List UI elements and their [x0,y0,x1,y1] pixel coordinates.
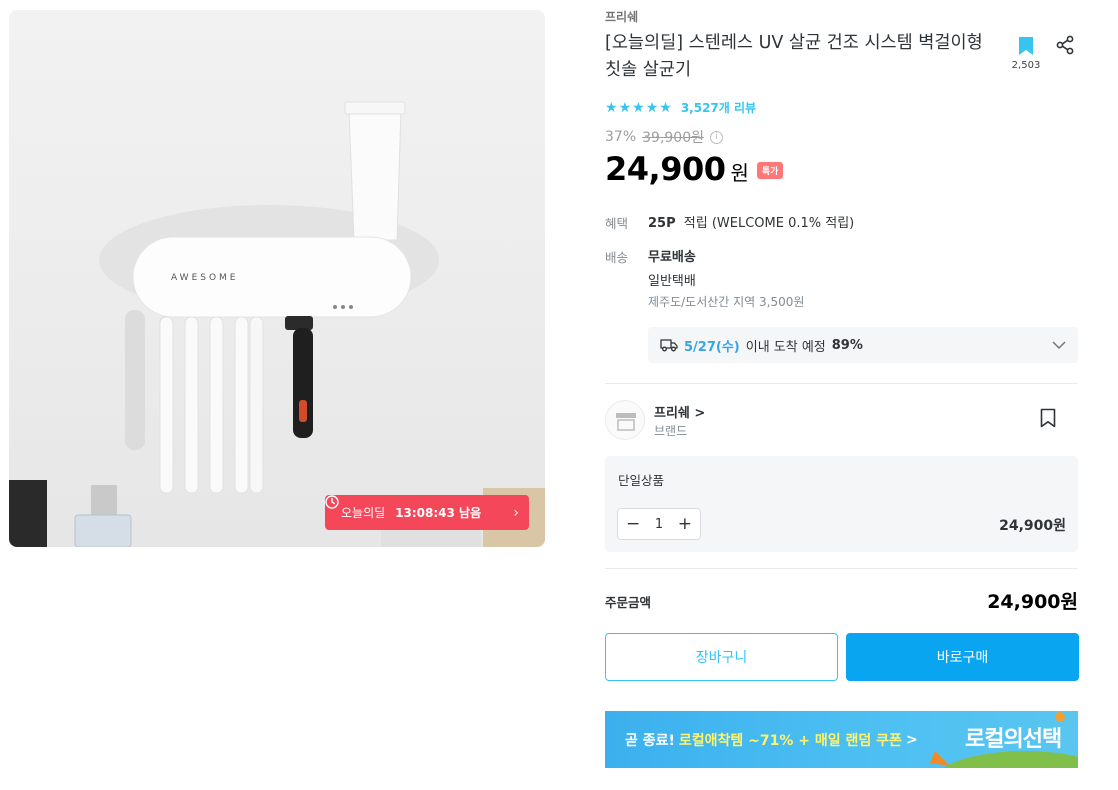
delivery-estimate-dropdown[interactable]: 5/27(수) 이내 도착 예정 89% [648,327,1078,363]
order-total-price: 24,900원 [987,591,1078,613]
store-bookmark-button[interactable] [1040,408,1056,432]
store-type: 브랜드 [654,424,688,438]
eta-text: 이내 도착 예정 [745,339,826,355]
benefit-text: 적립 (WELCOME 0.1% 적립) [683,216,855,231]
discount-line: 37% 39,900원 i [605,127,723,147]
brand-name[interactable]: 프리쉐 [605,8,638,25]
quantity-stepper[interactable]: − 1 + [617,508,701,540]
rating[interactable]: ★ ★ ★ ★ ★ 3,527개 리뷰 [605,99,756,116]
bookmark-filled-icon [1019,37,1033,55]
info-icon[interactable]: i [710,130,723,144]
plus-icon[interactable]: + [678,515,692,533]
chevron-right-icon: › [513,504,519,521]
star-icon: ★ [632,99,645,116]
bookmark-count: 2,503 [1011,60,1041,71]
deal-badge[interactable]: 오늘의딜 13:08:43 남음 › [325,495,529,530]
product-image[interactable]: AWESOME 오늘의딜 13:08:43 남음 › [9,10,545,547]
truck-icon [660,339,678,352]
star-icon: ★ [618,99,632,116]
shipping-free: 무료배송 [648,250,696,265]
star-icon: ★ [605,99,618,116]
quantity-value: 1 [654,516,664,532]
store-icon [616,413,636,431]
store-logo[interactable] [605,400,645,440]
selected-option: 단일상품 − 1 + 24,900원 [605,456,1078,552]
price-currency: 원 [730,161,749,185]
shipping-extra-fee: 제주도/도서산간 지역 3,500원 [648,295,805,309]
store-name[interactable]: 프리쉐 > [654,402,705,421]
deal-label: 오늘의딜 [341,506,386,520]
add-to-cart-button[interactable]: 장바구니 [605,633,838,681]
promo-banner[interactable]: 곧 종료! 로컬애착템 ~71% + 매일 랜덤 쿠폰 > 로컬의선택 [605,711,1078,768]
clock-icon [325,495,339,509]
divider [605,568,1078,569]
product-photo: AWESOME [9,101,545,547]
option-price: 24,900원 [999,518,1066,534]
shipping-type: 일반택배 [648,274,696,289]
banner-highlight: 로컬애착템 ~71% + 매일 랜덤 쿠폰 [678,732,902,749]
benefit-label: 혜택 [605,216,629,231]
chevron-right-icon: > [905,731,918,748]
benefit-points: 25P [648,216,676,231]
store-name-text: 프리쉐 [654,406,690,421]
device-logo-text: AWESOME [171,273,239,283]
sale-price: 24,900 원 특가 [605,150,784,188]
discount-rate: 37% [605,129,637,145]
chevron-down-icon [1052,340,1066,349]
share-button[interactable] [1055,35,1075,59]
buy-now-button[interactable]: 바로구매 [846,633,1079,681]
banner-logo: 로컬의선택 [965,727,1062,752]
share-icon [1056,35,1074,55]
bookmark-button[interactable] [1015,36,1037,60]
banner-prefix: 곧 종료! [625,732,675,749]
original-price: 39,900원 [642,130,704,146]
product-title: [오늘의딜] 스텐레스 UV 살균 건조 시스템 벽걸이형 칫솔 살균기 [605,33,983,80]
deal-timer: 13:08:43 남음 [395,506,482,520]
chevron-right-icon: > [694,406,706,421]
minus-icon[interactable]: − [626,515,640,533]
option-name: 단일상품 [618,473,665,488]
star-icon: ★ [645,99,659,116]
star-icon: ★ [659,99,672,116]
order-total-label: 주문금액 [605,595,652,610]
special-badge: 특가 [756,162,784,179]
shipping-label: 배송 [605,250,629,265]
benefit-info: 25P 적립 (WELCOME 0.1% 적립) [648,212,854,231]
eta-date: 5/27(수) [684,339,740,355]
bookmark-outline-icon [1040,408,1056,428]
review-count-link[interactable]: 3,527개 리뷰 [681,99,756,116]
store-info[interactable]: 프리쉐 > 브랜드 [605,398,1078,442]
divider [605,383,1078,384]
price-value: 24,900 [605,150,726,188]
eta-percent: 89% [831,337,863,353]
